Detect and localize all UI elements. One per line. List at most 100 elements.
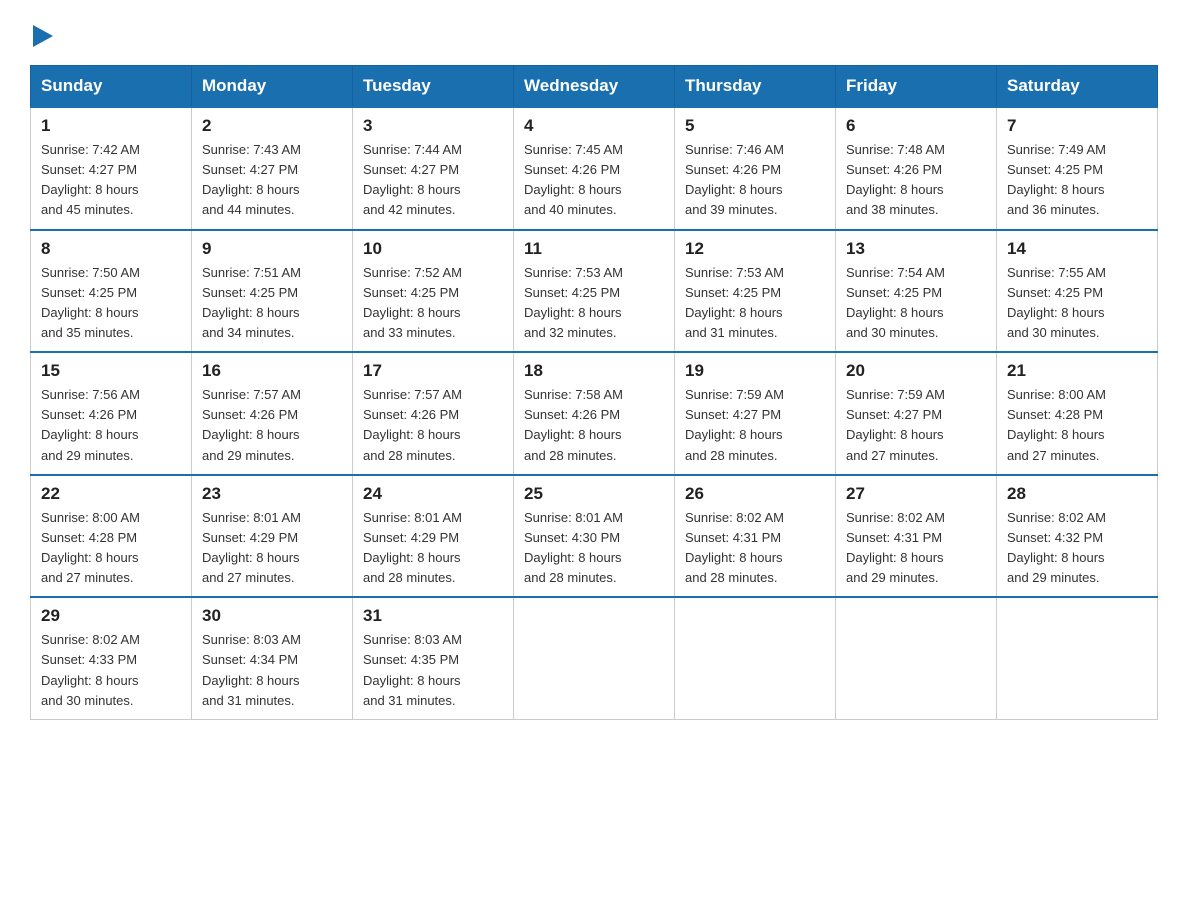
calendar-cell: 19Sunrise: 7:59 AMSunset: 4:27 PMDayligh… xyxy=(675,352,836,475)
day-info: Sunrise: 8:01 AMSunset: 4:29 PMDaylight:… xyxy=(363,508,503,589)
day-info: Sunrise: 7:57 AMSunset: 4:26 PMDaylight:… xyxy=(202,385,342,466)
day-info: Sunrise: 7:44 AMSunset: 4:27 PMDaylight:… xyxy=(363,140,503,221)
day-number: 3 xyxy=(363,116,503,136)
day-number: 7 xyxy=(1007,116,1147,136)
calendar-cell: 13 Sunrise: 7:54 AMSunset: 4:25 PMDayligh… xyxy=(836,230,997,353)
day-info: Sunrise: 7:53 AMSunset: 4:25 PMDaylight:… xyxy=(524,263,664,344)
day-info: Sunrise: 8:02 AMSunset: 4:33 PMDaylight:… xyxy=(41,630,181,711)
calendar-header-thursday: Thursday xyxy=(675,66,836,108)
calendar-cell: 18 Sunrise: 7:58 AMSunset: 4:26 PMDayligh… xyxy=(514,352,675,475)
calendar-week-row: 15 Sunrise: 7:56 AMSunset: 4:26 PMDayligh… xyxy=(31,352,1158,475)
day-number: 21 xyxy=(1007,361,1147,381)
day-info: Sunrise: 8:03 AMSunset: 4:34 PMDaylight:… xyxy=(202,630,342,711)
day-info: Sunrise: 7:51 AMSunset: 4:25 PMDaylight:… xyxy=(202,263,342,344)
day-number: 12 xyxy=(685,239,825,259)
day-info: Sunrise: 7:49 AMSunset: 4:25 PMDaylight:… xyxy=(1007,140,1147,221)
calendar-cell: 12 Sunrise: 7:53 AMSunset: 4:25 PMDayligh… xyxy=(675,230,836,353)
day-number: 16 xyxy=(202,361,342,381)
calendar-cell xyxy=(514,597,675,719)
day-number: 24 xyxy=(363,484,503,504)
calendar-cell: 28Sunrise: 8:02 AMSunset: 4:32 PMDayligh… xyxy=(997,475,1158,598)
calendar-cell: 31 Sunrise: 8:03 AMSunset: 4:35 PMDayligh… xyxy=(353,597,514,719)
day-number: 19 xyxy=(685,361,825,381)
day-number: 14 xyxy=(1007,239,1147,259)
calendar-cell: 2Sunrise: 7:43 AMSunset: 4:27 PMDaylight… xyxy=(192,107,353,230)
day-info: Sunrise: 8:01 AMSunset: 4:30 PMDaylight:… xyxy=(524,508,664,589)
day-info: Sunrise: 8:02 AMSunset: 4:31 PMDaylight:… xyxy=(846,508,986,589)
day-info: Sunrise: 7:53 AMSunset: 4:25 PMDaylight:… xyxy=(685,263,825,344)
calendar-header-saturday: Saturday xyxy=(997,66,1158,108)
calendar-week-row: 8 Sunrise: 7:50 AMSunset: 4:25 PMDaylight… xyxy=(31,230,1158,353)
day-number: 30 xyxy=(202,606,342,626)
calendar-cell: 3 Sunrise: 7:44 AMSunset: 4:27 PMDaylight… xyxy=(353,107,514,230)
day-info: Sunrise: 7:59 AMSunset: 4:27 PMDaylight:… xyxy=(846,385,986,466)
day-number: 9 xyxy=(202,239,342,259)
calendar-cell: 9 Sunrise: 7:51 AMSunset: 4:25 PMDaylight… xyxy=(192,230,353,353)
day-info: Sunrise: 7:50 AMSunset: 4:25 PMDaylight:… xyxy=(41,263,181,344)
calendar-cell: 14Sunrise: 7:55 AMSunset: 4:25 PMDayligh… xyxy=(997,230,1158,353)
day-number: 8 xyxy=(41,239,181,259)
calendar-cell: 6 Sunrise: 7:48 AMSunset: 4:26 PMDaylight… xyxy=(836,107,997,230)
day-info: Sunrise: 8:00 AMSunset: 4:28 PMDaylight:… xyxy=(41,508,181,589)
day-number: 25 xyxy=(524,484,664,504)
day-number: 4 xyxy=(524,116,664,136)
day-info: Sunrise: 7:54 AMSunset: 4:25 PMDaylight:… xyxy=(846,263,986,344)
day-number: 23 xyxy=(202,484,342,504)
day-number: 11 xyxy=(524,239,664,259)
day-info: Sunrise: 7:56 AMSunset: 4:26 PMDaylight:… xyxy=(41,385,181,466)
calendar-cell: 8 Sunrise: 7:50 AMSunset: 4:25 PMDaylight… xyxy=(31,230,192,353)
day-number: 27 xyxy=(846,484,986,504)
calendar-week-row: 29 Sunrise: 8:02 AMSunset: 4:33 PMDayligh… xyxy=(31,597,1158,719)
calendar-cell xyxy=(675,597,836,719)
calendar-cell: 30 Sunrise: 8:03 AMSunset: 4:34 PMDayligh… xyxy=(192,597,353,719)
day-info: Sunrise: 7:52 AMSunset: 4:25 PMDaylight:… xyxy=(363,263,503,344)
day-info: Sunrise: 8:03 AMSunset: 4:35 PMDaylight:… xyxy=(363,630,503,711)
day-info: Sunrise: 7:43 AMSunset: 4:27 PMDaylight:… xyxy=(202,140,342,221)
logo-arrow-icon xyxy=(33,25,53,47)
day-number: 29 xyxy=(41,606,181,626)
calendar-week-row: 22 Sunrise: 8:00 AMSunset: 4:28 PMDayligh… xyxy=(31,475,1158,598)
calendar-header-monday: Monday xyxy=(192,66,353,108)
day-number: 22 xyxy=(41,484,181,504)
calendar-cell: 23 Sunrise: 8:01 AMSunset: 4:29 PMDayligh… xyxy=(192,475,353,598)
calendar-header-sunday: Sunday xyxy=(31,66,192,108)
day-number: 10 xyxy=(363,239,503,259)
calendar-header-friday: Friday xyxy=(836,66,997,108)
day-number: 17 xyxy=(363,361,503,381)
day-info: Sunrise: 8:02 AMSunset: 4:31 PMDaylight:… xyxy=(685,508,825,589)
calendar-header-wednesday: Wednesday xyxy=(514,66,675,108)
calendar-cell: 16 Sunrise: 7:57 AMSunset: 4:26 PMDayligh… xyxy=(192,352,353,475)
day-info: Sunrise: 7:57 AMSunset: 4:26 PMDaylight:… xyxy=(363,385,503,466)
calendar-cell: 10 Sunrise: 7:52 AMSunset: 4:25 PMDayligh… xyxy=(353,230,514,353)
day-number: 15 xyxy=(41,361,181,381)
day-number: 31 xyxy=(363,606,503,626)
day-number: 18 xyxy=(524,361,664,381)
calendar-header-tuesday: Tuesday xyxy=(353,66,514,108)
calendar-cell: 26 Sunrise: 8:02 AMSunset: 4:31 PMDayligh… xyxy=(675,475,836,598)
day-number: 6 xyxy=(846,116,986,136)
calendar-cell: 1Sunrise: 7:42 AMSunset: 4:27 PMDaylight… xyxy=(31,107,192,230)
calendar-cell xyxy=(836,597,997,719)
calendar-cell xyxy=(997,597,1158,719)
calendar-cell: 24 Sunrise: 8:01 AMSunset: 4:29 PMDayligh… xyxy=(353,475,514,598)
calendar-cell: 5Sunrise: 7:46 AMSunset: 4:26 PMDaylight… xyxy=(675,107,836,230)
day-info: Sunrise: 7:48 AMSunset: 4:26 PMDaylight:… xyxy=(846,140,986,221)
day-number: 1 xyxy=(41,116,181,136)
calendar-cell: 4 Sunrise: 7:45 AMSunset: 4:26 PMDaylight… xyxy=(514,107,675,230)
day-info: Sunrise: 7:45 AMSunset: 4:26 PMDaylight:… xyxy=(524,140,664,221)
page-header xyxy=(30,20,1158,45)
calendar-header-row: SundayMondayTuesdayWednesdayThursdayFrid… xyxy=(31,66,1158,108)
day-info: Sunrise: 7:58 AMSunset: 4:26 PMDaylight:… xyxy=(524,385,664,466)
day-number: 20 xyxy=(846,361,986,381)
day-number: 26 xyxy=(685,484,825,504)
day-info: Sunrise: 8:00 AMSunset: 4:28 PMDaylight:… xyxy=(1007,385,1147,466)
calendar-cell: 20 Sunrise: 7:59 AMSunset: 4:27 PMDayligh… xyxy=(836,352,997,475)
day-info: Sunrise: 8:01 AMSunset: 4:29 PMDaylight:… xyxy=(202,508,342,589)
calendar-week-row: 1Sunrise: 7:42 AMSunset: 4:27 PMDaylight… xyxy=(31,107,1158,230)
calendar-cell: 22 Sunrise: 8:00 AMSunset: 4:28 PMDayligh… xyxy=(31,475,192,598)
calendar-cell: 29 Sunrise: 8:02 AMSunset: 4:33 PMDayligh… xyxy=(31,597,192,719)
calendar-cell: 21 Sunrise: 8:00 AMSunset: 4:28 PMDayligh… xyxy=(997,352,1158,475)
day-number: 13 xyxy=(846,239,986,259)
calendar-cell: 17 Sunrise: 7:57 AMSunset: 4:26 PMDayligh… xyxy=(353,352,514,475)
day-number: 28 xyxy=(1007,484,1147,504)
